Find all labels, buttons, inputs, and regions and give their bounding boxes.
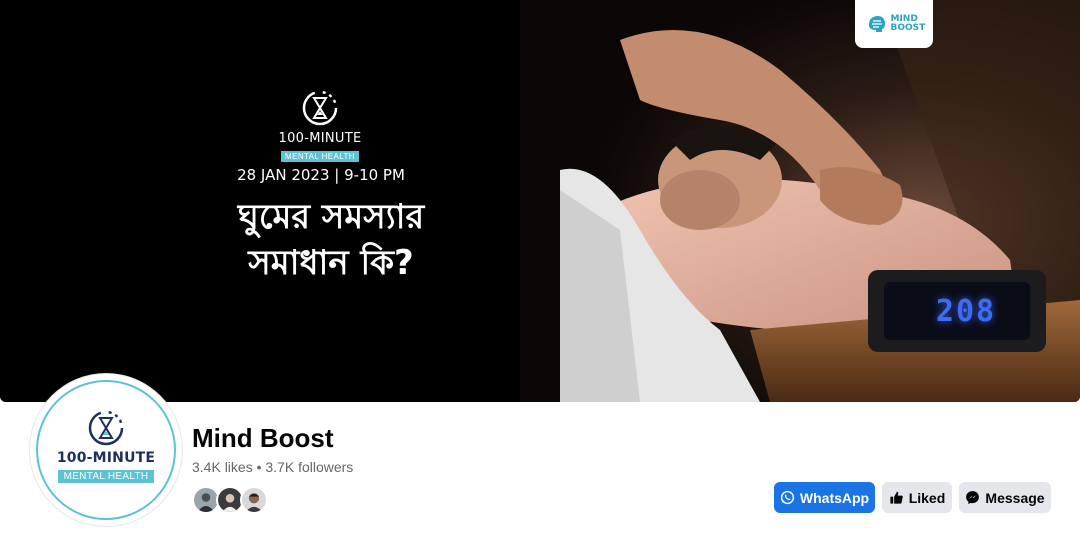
message-button[interactable]: Message <box>959 482 1051 513</box>
hourglass-clock-icon <box>88 410 124 446</box>
brand-badge-text: MIND BOOST <box>890 14 926 33</box>
liked-button[interactable]: Liked <box>882 482 952 513</box>
page-avatar[interactable]: 100-MINUTE MENTAL HEALTH <box>30 374 182 526</box>
avatar-logo-mental: MENTAL HEALTH <box>57 470 155 483</box>
liker-avatar[interactable] <box>240 486 268 514</box>
whatsapp-button-label: WhatsApp <box>799 489 870 506</box>
liked-button-label: Liked <box>908 489 946 506</box>
brand-badge: MIND BOOST <box>855 0 933 48</box>
hourglass-clock-icon <box>302 90 338 126</box>
page-stats[interactable]: 3.4K likes • 3.7K followers <box>192 459 353 475</box>
cover-logo-mental: MENTAL HEALTH <box>281 151 359 162</box>
message-button-label: Message <box>985 489 1045 506</box>
liker-faces[interactable] <box>192 486 272 514</box>
cover-title-line1: ঘুমের সমস্যার <box>237 197 425 237</box>
messenger-icon <box>966 491 980 505</box>
whatsapp-icon <box>780 490 795 505</box>
brain-icon <box>868 16 885 32</box>
page-title: Mind Boost <box>192 423 334 453</box>
cover-title-line2: সমাধান কি? <box>248 243 414 283</box>
avatar-logo: 100-MINUTE MENTAL HEALTH <box>36 380 176 520</box>
cover-photo[interactable]: 100-MINUTE MENTAL HEALTH 28 JAN 2023 | 9… <box>0 0 1080 402</box>
cover-event-date: 28 JAN 2023 | 9-10 PM <box>237 166 405 184</box>
avatar-logo-minute: 100-MINUTE <box>56 450 156 466</box>
cover-event-logo: 100-MINUTE MENTAL HEALTH <box>250 88 390 164</box>
whatsapp-button[interactable]: WhatsApp <box>774 482 875 513</box>
cover-illustration <box>0 0 1080 402</box>
cover-logo-minute: 100-MINUTE <box>278 131 362 146</box>
cover-event-title: ঘুমের সমস্যার সমাধান কি? <box>196 194 466 286</box>
alarm-clock-display: 208 <box>935 294 997 329</box>
thumbs-up-icon <box>890 491 903 504</box>
